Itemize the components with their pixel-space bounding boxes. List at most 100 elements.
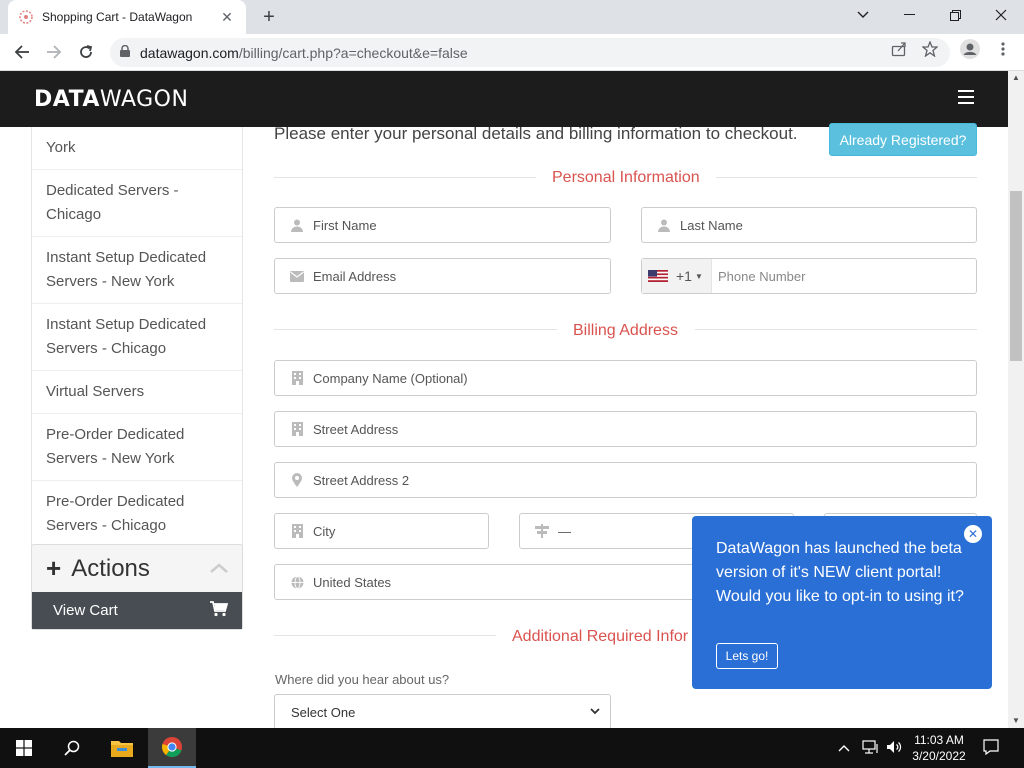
chrome-taskbar-icon[interactable] [148, 728, 196, 768]
chevron-down-icon [590, 706, 600, 718]
view-cart-button[interactable]: View Cart [32, 592, 242, 629]
restore-icon[interactable] [932, 0, 978, 30]
tab-search-chevron-icon[interactable] [840, 0, 886, 30]
actions-title: Actions [71, 554, 150, 582]
divider [716, 177, 977, 178]
street2-placeholder: Street Address 2 [313, 472, 410, 488]
browser-tab[interactable]: Shopping Cart - DataWagon ✕ [8, 0, 246, 34]
volume-icon[interactable] [886, 740, 904, 757]
state-value: — [558, 523, 571, 539]
sidebar-item[interactable]: Instant Setup Dedicated Servers - New Yo… [32, 237, 242, 304]
building-icon [289, 524, 305, 538]
billing-address-heading: Billing Address [573, 322, 678, 339]
new-tab-icon[interactable]: + [256, 4, 282, 30]
envelope-icon [289, 270, 305, 282]
forward-arrow-icon[interactable] [40, 38, 68, 66]
country-value: United States [313, 574, 392, 590]
personal-information-heading: Personal Information [552, 169, 700, 186]
reload-icon[interactable] [72, 38, 100, 66]
datawagon-favicon-icon [18, 9, 34, 25]
additional-info-heading: Additional Required Infor [512, 628, 689, 645]
company-name-field[interactable]: Company Name (Optional) [274, 360, 977, 396]
sidebar-item[interactable]: Pre-Order Dedicated Servers - Chicago [32, 481, 242, 547]
minimize-icon[interactable] [886, 0, 932, 30]
windows-taskbar: 11:03 AM 3/20/2022 [0, 728, 1024, 768]
chevron-up-icon[interactable] [210, 560, 228, 578]
street-placeholder: Street Address [313, 421, 399, 437]
lets-go-button[interactable]: Lets go! [716, 643, 778, 669]
hamburger-menu-icon[interactable] [958, 90, 974, 104]
already-registered-button[interactable]: Already Registered? [829, 123, 977, 156]
popup-message: DataWagon has launched the beta version … [716, 540, 964, 605]
search-icon[interactable] [48, 728, 96, 768]
close-tab-icon[interactable]: ✕ [218, 9, 236, 26]
sidebar-item[interactable]: Pre-Order Dedicated Servers - New York [32, 414, 242, 481]
url-path: /billing/cart.php?a=checkout&e=false [238, 44, 468, 61]
globe-icon [289, 575, 305, 589]
clock-date: 3/20/2022 [912, 749, 966, 763]
phone-number-field[interactable]: +1 ▼ Phone Number [641, 258, 977, 294]
category-sidebar: York Dedicated Servers - Chicago Instant… [31, 127, 243, 548]
divider [274, 635, 496, 636]
company-placeholder: Company Name (Optional) [313, 370, 468, 386]
signpost-icon [534, 524, 550, 538]
scroll-up-arrow-icon[interactable]: ▲ [1008, 71, 1024, 85]
email-placeholder: Email Address [313, 268, 397, 284]
dial-code: +1 [676, 268, 692, 284]
scroll-down-arrow-icon[interactable]: ▼ [1008, 714, 1024, 728]
actions-panel: + Actions View Cart [31, 544, 243, 630]
show-hidden-icons-chevron-icon[interactable] [838, 740, 850, 755]
network-icon[interactable] [862, 740, 880, 757]
sidebar-item[interactable]: Dedicated Servers - Chicago [32, 170, 242, 237]
sidebar-item[interactable]: Virtual Servers [32, 371, 242, 414]
first-name-field[interactable]: First Name [274, 207, 611, 243]
divider [274, 329, 557, 330]
building-icon [289, 422, 305, 436]
address-bar[interactable]: datawagon.com/billing/cart.php?a=checkou… [110, 38, 950, 67]
divider [695, 329, 977, 330]
hear-about-us-label: Where did you hear about us? [275, 672, 450, 687]
back-arrow-icon[interactable] [8, 38, 36, 66]
scroll-thumb[interactable] [1010, 191, 1022, 361]
site-header: DATAWAGON [0, 71, 1008, 127]
map-marker-icon [289, 473, 305, 487]
browser-tab-bar: Shopping Cart - DataWagon ✕ + [0, 0, 1024, 34]
country-code-selector[interactable]: +1 ▼ [642, 259, 712, 293]
windows-start-icon[interactable] [0, 728, 48, 768]
divider [274, 177, 536, 178]
sidebar-item[interactable]: York [32, 127, 242, 170]
browser-menu-icon[interactable] [994, 40, 1012, 58]
user-icon [656, 219, 672, 232]
close-window-icon[interactable] [978, 0, 1024, 30]
checkout-intro-text: Please enter your personal details and b… [274, 124, 798, 143]
browser-toolbar: datawagon.com/billing/cart.php?a=checkou… [0, 34, 1024, 71]
first-name-placeholder: First Name [313, 217, 377, 233]
page-scrollbar[interactable]: ▲ ▼ [1008, 71, 1024, 728]
caret-down-icon: ▼ [694, 271, 703, 281]
street-address-field[interactable]: Street Address [274, 411, 977, 447]
building-icon [289, 371, 305, 385]
share-icon[interactable] [890, 40, 908, 58]
lock-icon[interactable] [120, 44, 130, 62]
datawagon-logo[interactable]: DATAWAGON [34, 87, 188, 112]
street-address-2-field[interactable]: Street Address 2 [274, 462, 977, 498]
email-field[interactable]: Email Address [274, 258, 611, 294]
city-field[interactable]: City [274, 513, 489, 549]
url-host: datawagon.com [140, 44, 239, 61]
last-name-field[interactable]: Last Name [641, 207, 977, 243]
sidebar-item[interactable]: Instant Setup Dedicated Servers - Chicag… [32, 304, 242, 371]
file-explorer-icon[interactable] [98, 728, 146, 768]
actions-header[interactable]: + Actions [32, 545, 242, 592]
shopping-cart-icon [210, 600, 229, 621]
plus-icon: + [46, 553, 62, 583]
close-popup-icon[interactable]: ✕ [964, 525, 982, 543]
notifications-icon[interactable] [983, 739, 999, 758]
profile-avatar-icon[interactable] [960, 39, 980, 59]
system-clock[interactable]: 11:03 AM 3/20/2022 [906, 732, 972, 764]
hear-about-us-select[interactable]: Select One [274, 694, 611, 730]
clock-time: 11:03 AM [914, 733, 964, 747]
hear-about-us-value: Select One [291, 704, 356, 720]
client-portal-popup: ✕ DataWagon has launched the beta versio… [692, 516, 992, 689]
phone-placeholder: Phone Number [718, 268, 806, 284]
bookmark-star-icon[interactable] [921, 40, 939, 58]
